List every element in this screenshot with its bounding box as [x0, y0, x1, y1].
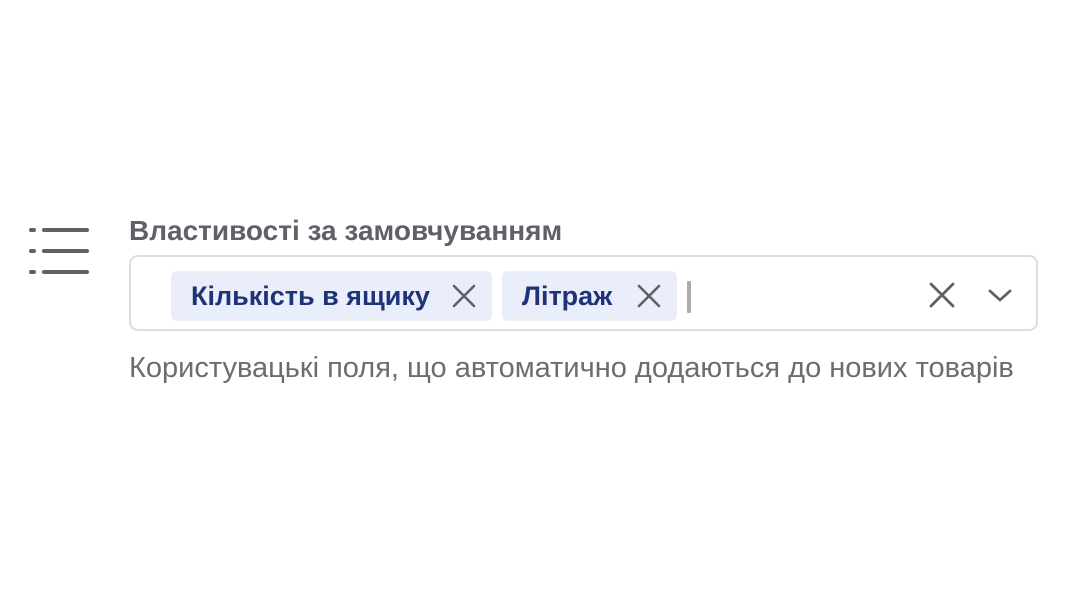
default-properties-field: Властивості за замовчуванням Кількість в… — [129, 213, 1040, 384]
properties-multiselect[interactable]: Кількість в ящику Літраж — [129, 255, 1038, 331]
field-label: Властивості за замовчуванням — [129, 215, 563, 246]
close-icon[interactable] — [929, 282, 955, 308]
close-icon[interactable] — [452, 284, 476, 308]
tag-label: Літраж — [522, 280, 613, 311]
text-cursor[interactable] — [687, 281, 691, 313]
list-icon — [29, 228, 89, 274]
close-icon[interactable] — [637, 284, 661, 308]
chevron-down-icon[interactable] — [987, 286, 1013, 304]
help-text: Користувацькі поля, що автоматично додаю… — [129, 352, 1014, 384]
selected-tag: Кількість в ящику — [171, 271, 492, 321]
tag-label: Кількість в ящику — [191, 280, 430, 311]
selected-tag: Літраж — [502, 271, 677, 321]
